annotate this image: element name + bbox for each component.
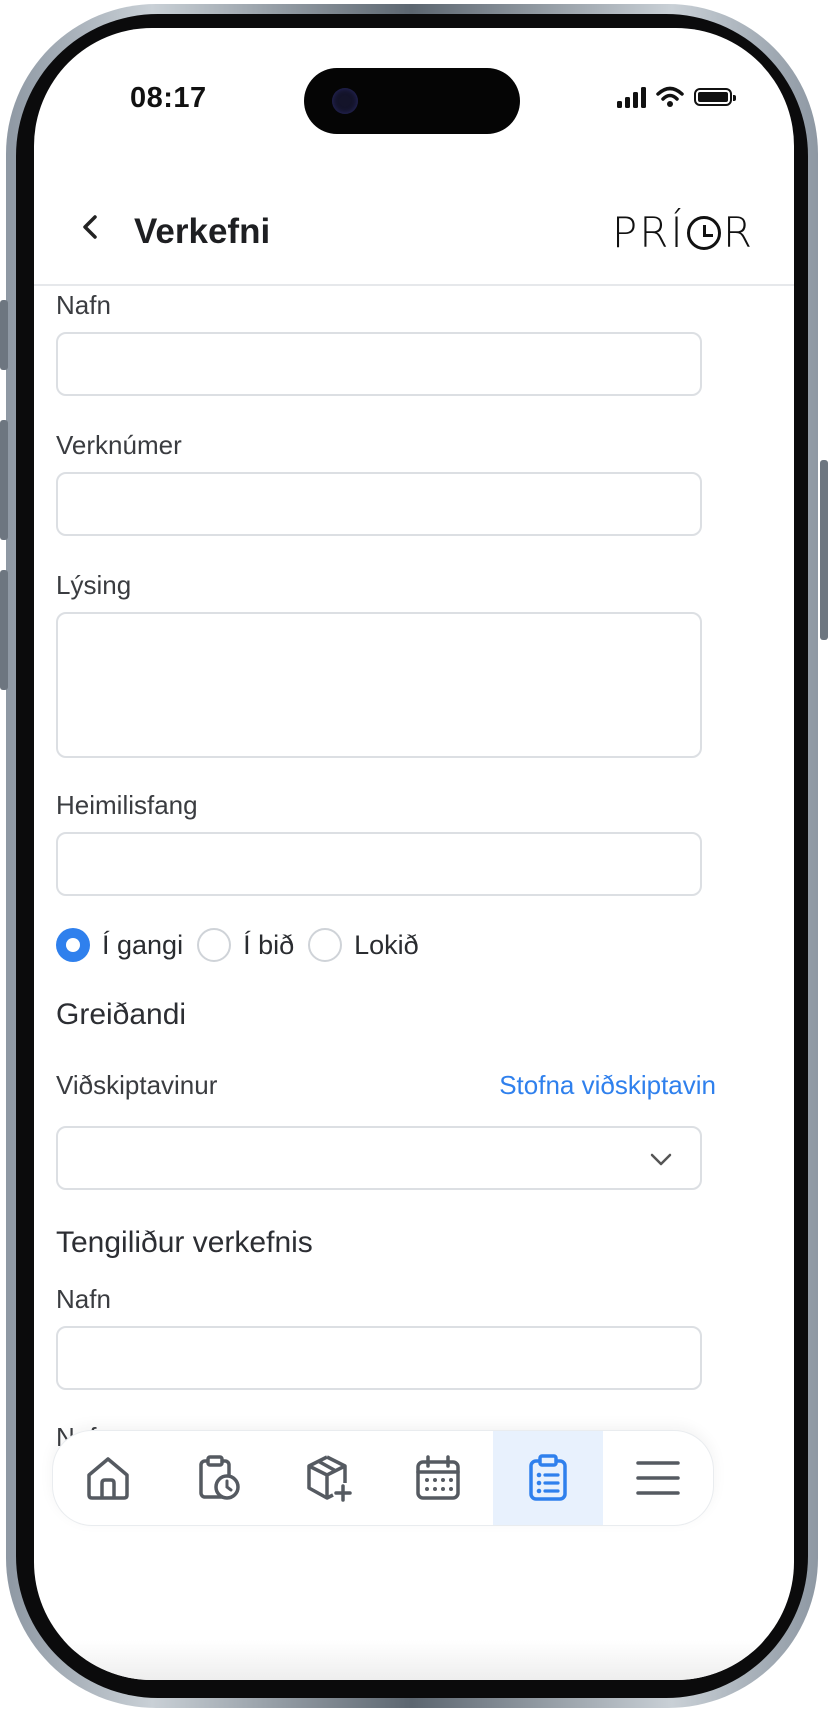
customer-select[interactable]	[56, 1126, 702, 1190]
bottom-nav	[52, 1430, 714, 1526]
job-number-label: Verknúmer	[56, 430, 182, 460]
chevron-down-icon	[650, 1153, 672, 1166]
volume-up-button	[0, 420, 8, 540]
signal-icon	[617, 86, 646, 108]
contact-section-title: Tengiliður verkefnis	[56, 1226, 313, 1259]
status-radio-group: Í gangi Í bið Lokið	[56, 928, 433, 962]
name-input[interactable]	[56, 332, 702, 396]
radio-completed-label[interactable]: Lokið	[354, 930, 419, 961]
calendar-icon	[416, 1455, 460, 1500]
nav-materials[interactable]	[273, 1431, 383, 1525]
app-header: Verkefni PRÍ R	[34, 168, 794, 286]
description-label: Lýsing	[56, 570, 132, 600]
description-textarea[interactable]	[56, 612, 702, 758]
radio-completed[interactable]	[308, 928, 343, 962]
customer-label: Viðskiptavinur	[56, 1070, 218, 1100]
clipboard-list-icon	[529, 1454, 567, 1501]
nav-tasks[interactable]	[493, 1431, 603, 1525]
back-icon[interactable]	[74, 210, 108, 244]
radio-in-progress[interactable]	[56, 928, 90, 962]
address-label: Heimilisfang	[56, 790, 198, 820]
screen: 08:17 Verkefni PRÍ R Nafn Verknúmer Lýsin…	[34, 28, 794, 1680]
name-label: Nafn	[56, 290, 111, 320]
radio-in-progress-label[interactable]: Í gangi	[102, 930, 183, 961]
menu-icon	[636, 1461, 680, 1495]
status-time: 08:17	[130, 82, 207, 114]
contact-name-input[interactable]	[56, 1326, 702, 1390]
nav-timesheets[interactable]	[163, 1431, 273, 1525]
nav-home[interactable]	[53, 1431, 163, 1525]
wifi-icon	[656, 86, 684, 107]
home-indicator-area	[34, 1640, 794, 1680]
payer-section-title: Greiðandi	[56, 998, 187, 1031]
page-title: Verkefni	[134, 212, 271, 251]
dynamic-island	[304, 68, 520, 134]
prior-logo: PRÍ R	[611, 208, 754, 257]
package-add-icon	[307, 1455, 352, 1502]
clipboard-clock-icon	[199, 1455, 240, 1500]
radio-on-hold-label[interactable]: Í bið	[243, 930, 294, 961]
nav-menu[interactable]	[603, 1431, 713, 1525]
home-icon	[87, 1457, 129, 1500]
contact-name-label: Nafn	[56, 1284, 111, 1314]
battery-icon	[694, 88, 736, 106]
power-button	[820, 460, 828, 640]
address-input[interactable]	[56, 832, 702, 896]
status-icons	[617, 86, 736, 108]
nav-calendar[interactable]	[383, 1431, 493, 1525]
radio-on-hold[interactable]	[197, 928, 232, 962]
camera-icon	[332, 88, 358, 114]
mute-switch	[0, 300, 8, 370]
job-number-input[interactable]	[56, 472, 702, 536]
create-customer-link[interactable]: Stofna viðskiptavin	[499, 1070, 716, 1101]
volume-down-button	[0, 570, 8, 690]
